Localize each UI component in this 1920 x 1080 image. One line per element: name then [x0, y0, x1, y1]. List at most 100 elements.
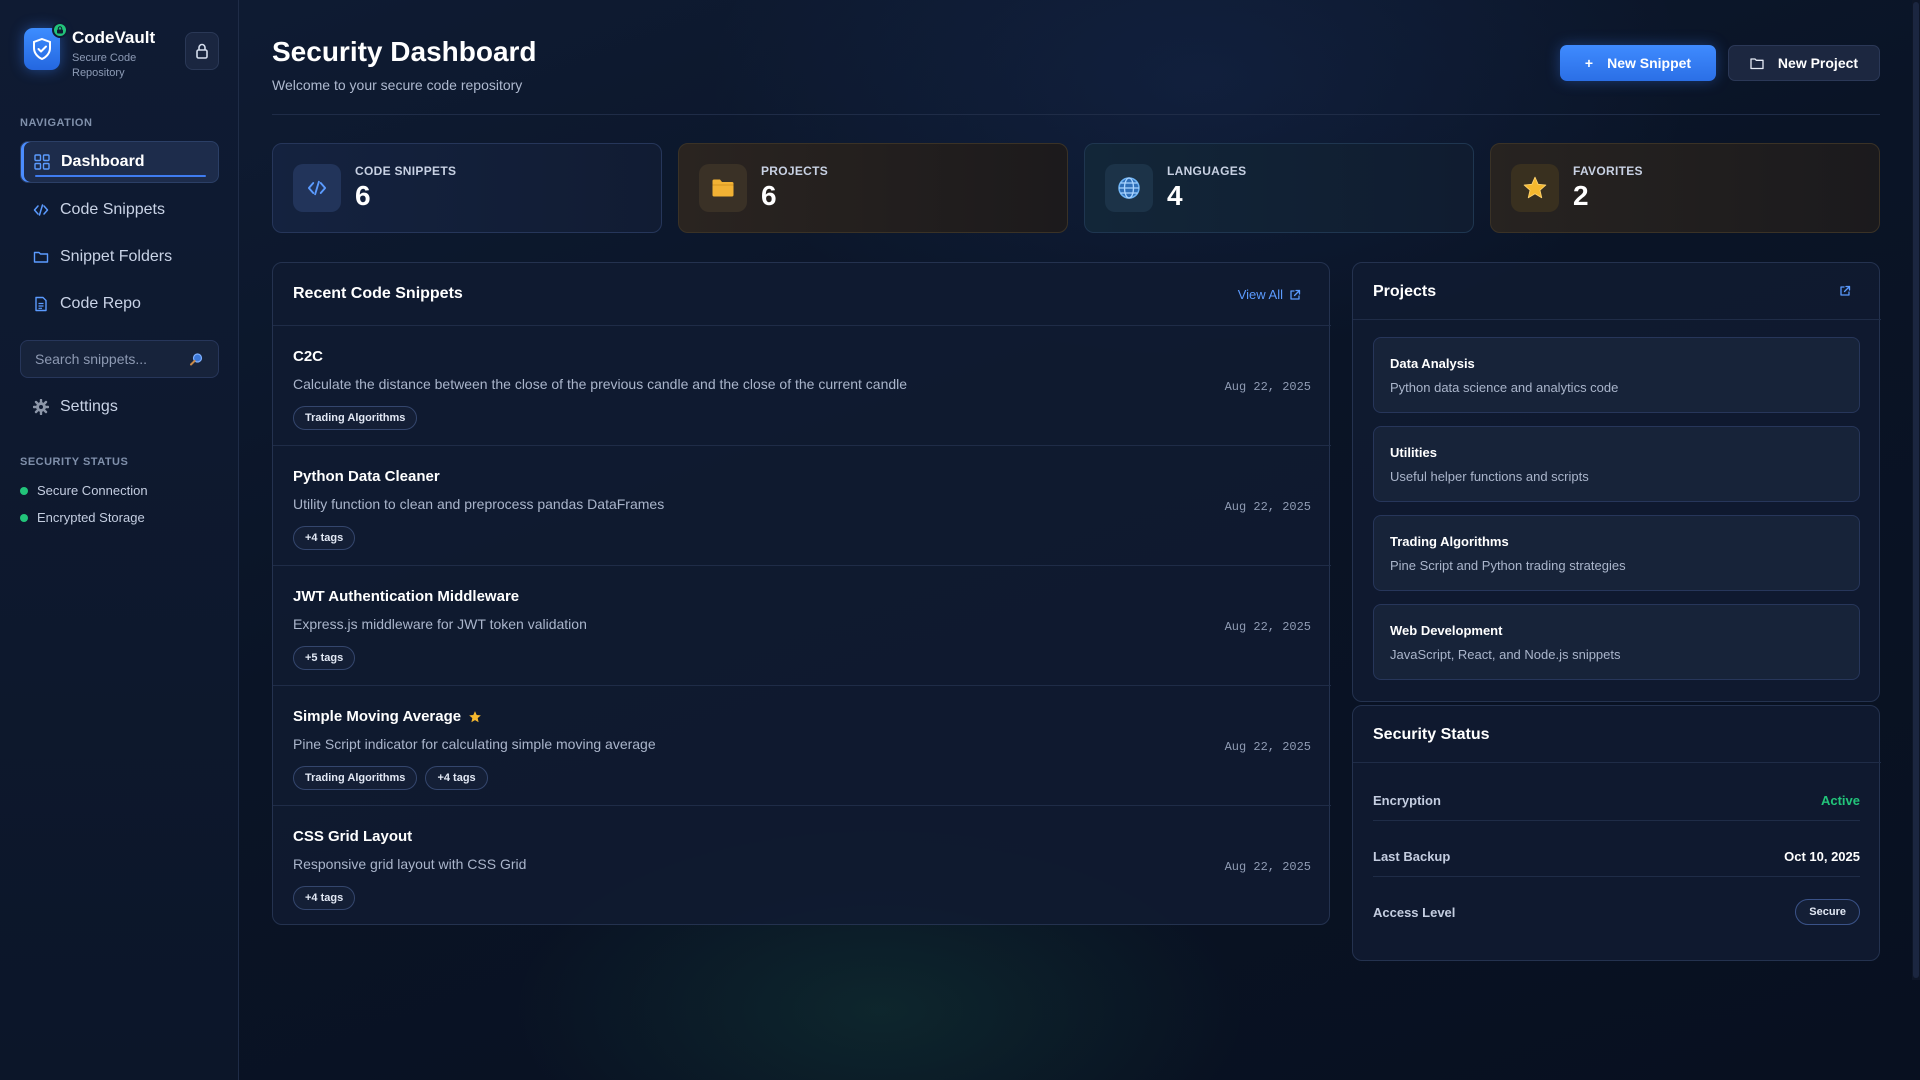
scrollbar-thumb[interactable] — [1913, 2, 1919, 978]
security-status-panel: Security Status Encryption Active Last B… — [1352, 705, 1881, 961]
snippet-description: Pine Script indicator for calculating si… — [293, 736, 656, 752]
page-title: Security Dashboard — [272, 36, 537, 67]
lock-icon — [196, 43, 208, 59]
plus-icon: + — [1584, 55, 1594, 71]
snippet-title: Simple Moving Average — [293, 708, 482, 725]
snippet-row[interactable]: Simple Moving Average Pine Script indica… — [273, 685, 1331, 805]
project-item[interactable]: Data Analysis Python data science and an… — [1373, 337, 1860, 413]
sidebar-item-code-snippets[interactable]: Code Snippets — [20, 189, 219, 231]
view-all-link[interactable]: View All — [1238, 287, 1301, 302]
project-item[interactable]: Web Development JavaScript, React, and N… — [1373, 604, 1860, 680]
snippet-date: Aug 22, 2025 — [1224, 740, 1311, 754]
stat-label: CODE SNIPPETS — [355, 164, 457, 178]
folder-icon — [699, 164, 747, 212]
search-icon[interactable] — [189, 352, 204, 372]
snippet-title-text: Simple Moving Average — [293, 708, 462, 725]
file-icon — [33, 296, 49, 312]
view-all-label: View All — [1237, 287, 1283, 302]
snippet-date: Aug 22, 2025 — [1224, 380, 1311, 394]
brand-subtitle: Secure Code Repository — [72, 52, 137, 79]
snippet-row[interactable]: CSS Grid Layout Responsive grid layout w… — [273, 805, 1331, 925]
sidebar: CodeVault Secure Code Repository NAVIGAT… — [0, 0, 239, 1080]
code-icon — [33, 202, 49, 218]
project-item[interactable]: Utilities Useful helper functions and sc… — [1373, 426, 1860, 502]
snippet-description: Responsive grid layout with CSS Grid — [293, 856, 527, 872]
search-input[interactable] — [21, 351, 181, 367]
tag-badge[interactable]: Trading Algorithms — [293, 766, 418, 790]
project-description: Python data science and analytics code — [1390, 380, 1619, 395]
scrollbar[interactable] — [1912, 0, 1920, 980]
sidebar-item-label: Snippet Folders — [60, 248, 173, 265]
snippet-row[interactable]: C2C Calculate the distance between the c… — [273, 325, 1331, 445]
snippet-date: Aug 22, 2025 — [1224, 620, 1311, 634]
project-description: Useful helper functions and scripts — [1390, 469, 1589, 484]
tag-badge[interactable]: +5 tags — [293, 646, 356, 670]
status-dot — [20, 513, 28, 522]
tag-badge[interactable]: +4 tags — [293, 886, 356, 910]
new-project-button[interactable]: New Project — [1728, 45, 1880, 81]
stat-value: 6 — [355, 180, 371, 211]
lock-badge-icon — [52, 22, 68, 38]
shield-logo-icon — [24, 22, 68, 70]
project-name: Trading Algorithms — [1390, 534, 1509, 549]
panel-title: Projects — [1373, 283, 1437, 300]
lock-button[interactable] — [185, 32, 219, 70]
snippet-title-text: C2C — [293, 348, 324, 365]
backup-date: Oct 10, 2025 — [1784, 848, 1860, 864]
security-label: Encryption — [1373, 792, 1441, 808]
security-label: Last Backup — [1373, 848, 1451, 864]
favorite-star-icon[interactable] — [468, 710, 482, 724]
panel-title: Security Status — [1373, 726, 1490, 743]
panel-title: Recent Code Snippets — [293, 285, 463, 302]
stat-label: LANGUAGES — [1167, 164, 1247, 178]
panel-divider — [1353, 762, 1881, 763]
stat-card-favorites[interactable]: FAVORITES 2 — [1490, 143, 1880, 233]
snippet-title: Python Data Cleaner — [293, 468, 440, 485]
nav-section-label: NAVIGATION — [20, 117, 93, 129]
active-underline — [35, 175, 206, 177]
stat-label: FAVORITES — [1573, 164, 1643, 178]
page-subtitle: Welcome to your secure code repository — [272, 77, 523, 93]
stat-value: 2 — [1573, 180, 1589, 211]
external-link-icon[interactable] — [1839, 285, 1851, 297]
snippet-row[interactable]: JWT Authentication Middleware Express.js… — [273, 565, 1331, 685]
gear-icon — [33, 399, 49, 415]
sidebar-item-label: Dashboard — [61, 153, 145, 170]
stat-card-languages[interactable]: LANGUAGES 4 — [1084, 143, 1474, 233]
snippet-tags: +4 tags — [293, 526, 356, 550]
snippet-tags: Trading Algorithms — [293, 406, 418, 430]
sidebar-item-label: Code Repo — [60, 295, 141, 312]
tag-badge[interactable]: +4 tags — [425, 766, 488, 790]
stat-label: PROJECTS — [761, 164, 829, 178]
sidebar-item-code-repo[interactable]: Code Repo — [20, 283, 219, 325]
sidebar-item-settings[interactable]: Settings — [20, 386, 219, 428]
search-box — [20, 340, 219, 378]
project-item[interactable]: Trading Algorithms Pine Script and Pytho… — [1373, 515, 1860, 591]
brand-name: CodeVault — [72, 28, 156, 47]
project-name: Data Analysis — [1390, 356, 1475, 371]
tag-badge[interactable]: +4 tags — [293, 526, 356, 550]
status-secure-connection: Secure Connection — [20, 483, 148, 498]
external-link-icon — [1289, 289, 1301, 301]
snippet-title: C2C — [293, 348, 323, 365]
project-name: Web Development — [1390, 623, 1503, 638]
snippet-row[interactable]: Python Data Cleaner Utility function to … — [273, 445, 1331, 565]
security-section-label: SECURITY STATUS — [20, 456, 129, 468]
snippet-tags: +4 tags — [293, 886, 356, 910]
brand[interactable]: CodeVault Secure Code Repository — [24, 22, 156, 81]
sidebar-item-snippet-folders[interactable]: Snippet Folders — [20, 236, 219, 278]
stat-card-projects[interactable]: PROJECTS 6 — [678, 143, 1068, 233]
new-snippet-button[interactable]: + New Snippet — [1560, 45, 1716, 81]
stat-card-code-snippets[interactable]: CODE SNIPPETS 6 — [272, 143, 662, 233]
snippet-tags: +5 tags — [293, 646, 356, 670]
projects-panel: Projects Data Analysis Python data scien… — [1352, 262, 1881, 702]
row-divider — [1373, 876, 1860, 877]
stat-value: 6 — [761, 180, 777, 211]
stat-value: 4 — [1167, 180, 1183, 211]
snippet-date: Aug 22, 2025 — [1224, 500, 1311, 514]
folder-icon — [33, 249, 49, 265]
project-description: Pine Script and Python trading strategie… — [1390, 558, 1626, 573]
header-divider — [272, 114, 1880, 115]
tag-badge[interactable]: Trading Algorithms — [293, 406, 418, 430]
sidebar-item-dashboard[interactable]: Dashboard — [20, 141, 219, 183]
